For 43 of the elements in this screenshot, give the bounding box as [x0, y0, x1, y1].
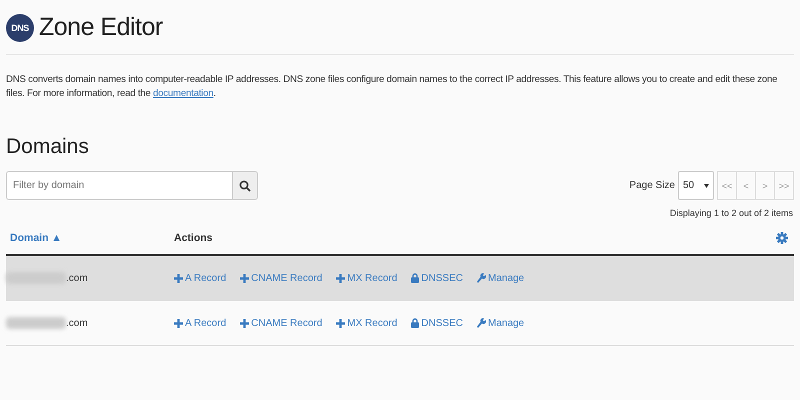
page-title: Zone Editor — [39, 13, 163, 42]
search-icon — [239, 180, 251, 192]
manage-link[interactable]: Manage — [476, 318, 524, 328]
search-button[interactable] — [232, 171, 258, 200]
pager-button[interactable]: << — [717, 171, 737, 200]
redacted-domain — [6, 272, 66, 284]
add-record-link[interactable]: A Record — [174, 318, 226, 328]
pager-button[interactable]: >> — [774, 171, 794, 200]
dns-logo-icon: DNS — [6, 14, 34, 42]
pager-button[interactable]: < — [736, 171, 756, 200]
add-record-link[interactable]: MX Record — [336, 318, 398, 328]
lock-icon — [411, 318, 420, 328]
plus-icon — [174, 274, 183, 282]
section-title: Domains — [6, 135, 90, 159]
settings-icon[interactable] — [776, 232, 788, 244]
dnssec-link[interactable]: DNSSEC — [411, 272, 463, 284]
search-field[interactable]: Filter by domain — [6, 171, 232, 200]
add-record-link[interactable]: A Record — [174, 272, 226, 284]
caret-icon — [704, 184, 709, 188]
page-size-select[interactable]: 50 — [678, 171, 714, 200]
add-record-link[interactable]: MX Record — [336, 272, 398, 284]
actions-column-header: Actions — [174, 232, 213, 244]
plus-icon — [240, 318, 250, 328]
pager-button[interactable]: > — [755, 171, 775, 200]
plus-icon — [336, 318, 346, 328]
domain-cell: .com — [66, 318, 88, 328]
plus-icon — [174, 318, 183, 328]
page-size-label: Page Size — [629, 180, 675, 191]
domain-column-header[interactable]: Domain ▲ — [10, 232, 174, 244]
wrench-icon — [476, 318, 486, 328]
redacted-domain — [6, 317, 66, 329]
lock-icon — [411, 273, 420, 283]
plus-icon — [336, 274, 346, 282]
domain-cell: .com — [66, 272, 88, 284]
dnssec-link[interactable]: DNSSEC — [411, 318, 463, 328]
description-text: DNS converts domain names into computer-readable IP addresses. DNS zone files configure domain names to the correct IP addresses. This feature allows you to create and edit these zone files. For more information, read the documentation. — [6, 73, 778, 101]
wrench-icon — [476, 273, 486, 283]
manage-link[interactable]: Manage — [476, 272, 524, 284]
add-record-link[interactable]: CNAME Record — [240, 272, 322, 284]
add-record-link[interactable]: CNAME Record — [240, 318, 322, 328]
items-summary: Displaying 1 to 2 out of 2 items — [670, 208, 793, 218]
plus-icon — [240, 274, 250, 282]
documentation-link[interactable]: documentation — [153, 88, 214, 99]
